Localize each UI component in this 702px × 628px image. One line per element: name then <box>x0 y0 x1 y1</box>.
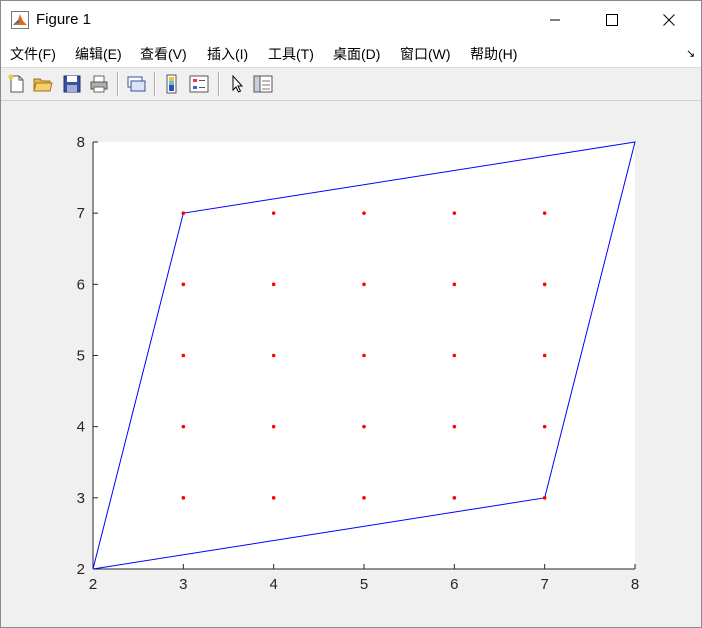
y-tick-label: 8 <box>77 134 85 151</box>
data-point <box>181 211 186 215</box>
menu-window[interactable]: 窗口(W) <box>400 44 451 64</box>
x-tick-label: 2 <box>89 576 97 593</box>
menu-tools[interactable]: 工具(T) <box>268 44 314 64</box>
property-inspector-icon[interactable] <box>252 73 274 95</box>
x-tick-label: 7 <box>540 576 548 593</box>
y-tick-label: 4 <box>77 419 85 436</box>
data-point <box>271 353 276 358</box>
menu-bar: 文件(F) 编辑(E) 查看(V) 插入(I) 工具(T) 桌面(D) 窗口(W… <box>1 39 701 68</box>
toolbar <box>1 68 701 101</box>
data-point <box>362 211 366 215</box>
data-point <box>362 282 366 287</box>
data-point <box>362 353 366 358</box>
figure-canvas: 2 3 4 5 6 7 8 2 3 4 5 6 7 8 <box>1 101 701 627</box>
toolbar-separator <box>154 72 156 96</box>
title-bar[interactable]: Figure 1 <box>1 1 701 39</box>
data-point <box>542 353 547 358</box>
data-point <box>362 496 366 500</box>
data-point <box>271 496 276 500</box>
data-point <box>271 424 276 429</box>
menu-view[interactable]: 查看(V) <box>140 44 187 64</box>
save-icon[interactable] <box>61 73 83 95</box>
insert-colorbar-icon[interactable] <box>161 73 183 95</box>
x-tick-label: 3 <box>179 576 187 593</box>
y-tick-label: 3 <box>77 490 85 507</box>
new-figure-icon[interactable] <box>6 73 28 95</box>
menu-file[interactable]: 文件(F) <box>10 44 56 64</box>
y-tick-label: 5 <box>77 348 85 365</box>
edit-plot-arrow-icon[interactable] <box>226 73 248 95</box>
data-point <box>452 424 457 429</box>
data-point <box>452 211 457 215</box>
dock-arrow-icon[interactable]: ↘ <box>686 47 695 60</box>
insert-legend-icon[interactable] <box>188 73 210 95</box>
data-point <box>452 353 457 358</box>
toolbar-separator <box>117 72 119 96</box>
open-file-icon[interactable] <box>32 73 54 95</box>
plot-area[interactable]: 2 3 4 5 6 7 8 2 3 4 5 6 7 8 <box>1 101 701 627</box>
window-title: Figure 1 <box>36 11 92 28</box>
data-point <box>452 282 457 287</box>
data-point <box>542 211 547 215</box>
minimize-icon <box>550 19 560 21</box>
maximize-button[interactable] <box>589 1 635 39</box>
menu-desktop[interactable]: 桌面(D) <box>333 44 380 64</box>
x-tick-label: 6 <box>450 576 458 593</box>
data-point <box>181 424 186 429</box>
toolbar-separator <box>218 72 220 96</box>
data-point <box>362 424 366 429</box>
x-tick-label: 4 <box>269 576 277 593</box>
close-button[interactable] <box>646 1 692 39</box>
close-icon <box>663 14 675 26</box>
x-tick-label: 5 <box>360 576 368 593</box>
y-tick-label: 6 <box>77 276 85 293</box>
data-point <box>542 424 547 429</box>
y-tick-label: 2 <box>77 561 85 578</box>
data-point <box>181 353 186 358</box>
menu-insert[interactable]: 插入(I) <box>207 44 248 64</box>
data-point <box>271 282 276 287</box>
x-tick-label: 8 <box>631 576 639 593</box>
data-point <box>542 496 547 500</box>
y-tick-label: 7 <box>77 205 85 222</box>
maximize-icon <box>606 14 618 26</box>
matlab-logo-icon <box>11 11 29 29</box>
data-point <box>181 282 186 287</box>
minimize-button[interactable] <box>532 1 578 39</box>
data-point <box>181 496 186 500</box>
data-point <box>271 211 276 215</box>
print-icon[interactable] <box>88 73 110 95</box>
figure-window: Figure 1 文件(F) 编辑(E) 查看(V) 插入(I) 工具(T) 桌… <box>0 0 702 628</box>
menu-help[interactable]: 帮助(H) <box>470 44 517 64</box>
data-point <box>452 496 457 500</box>
link-plot-icon[interactable] <box>125 73 147 95</box>
data-point <box>542 282 547 287</box>
menu-edit[interactable]: 编辑(E) <box>75 44 122 64</box>
